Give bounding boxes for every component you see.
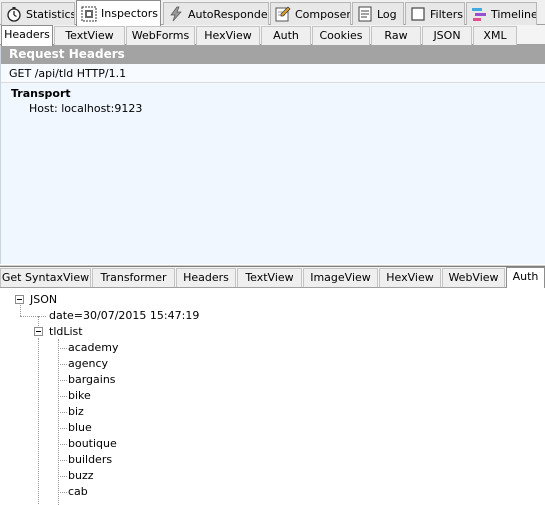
tab-response-syntaxview[interactable]: Get SyntaxView xyxy=(0,268,91,287)
transport-section-heading: Transport xyxy=(11,87,71,100)
tab-label: AutoResponder xyxy=(188,7,269,21)
tree-connector xyxy=(20,316,46,317)
tree-connector xyxy=(58,492,67,493)
tree-connector xyxy=(58,396,67,397)
tab-label: Filters xyxy=(430,7,463,21)
tab-statistics[interactable]: Statistics xyxy=(1,2,75,25)
tree-node-tldlist[interactable]: tldList xyxy=(49,324,83,340)
tab-request-hexview[interactable]: HexView xyxy=(196,26,260,45)
tab-label: Inspectors xyxy=(101,7,159,20)
tree-node-tld[interactable]: biz xyxy=(68,404,84,420)
tab-response-auth[interactable]: Auth xyxy=(506,267,545,288)
tree-node-tld[interactable]: academy xyxy=(68,340,119,356)
request-headers-title: Request Headers xyxy=(1,45,545,64)
tree-node-date[interactable]: date=30/07/2015 15:47:19 xyxy=(49,308,199,324)
lightning-icon xyxy=(168,6,184,22)
tab-response-textview[interactable]: TextView xyxy=(237,268,302,287)
log-icon xyxy=(357,6,373,22)
main-tab-strip: Statistics Inspectors AutoResponder Comp… xyxy=(0,0,545,26)
request-line[interactable]: GET /api/tld HTTP/1.1 xyxy=(1,64,545,83)
pencil-icon xyxy=(275,6,291,22)
tab-request-headers[interactable]: Headers xyxy=(1,25,53,46)
tab-request-raw[interactable]: Raw xyxy=(371,26,421,45)
tab-response-webview[interactable]: WebView xyxy=(442,268,505,287)
tab-filters[interactable]: Filters xyxy=(405,2,465,25)
tree-connector xyxy=(58,460,67,461)
tree-connector xyxy=(58,412,67,413)
timeline-icon xyxy=(471,6,487,22)
tree-connector xyxy=(58,380,67,381)
tree-node-tld[interactable]: bargains xyxy=(68,372,116,388)
request-tab-strip: Headers TextView WebForms HexView Auth C… xyxy=(0,25,545,46)
tree-connector xyxy=(58,476,67,477)
tree-connector xyxy=(20,303,21,316)
tab-request-cookies[interactable]: Cookies xyxy=(312,26,370,45)
tree-node-tld[interactable]: builders xyxy=(68,452,112,468)
tree-node-root[interactable]: JSON xyxy=(30,292,57,308)
json-tree-view: JSON date=30/07/2015 15:47:19 tldList ac… xyxy=(0,288,545,505)
tree-node-tld[interactable]: agency xyxy=(68,356,108,372)
tab-label: Composer xyxy=(295,7,351,21)
tree-connector xyxy=(58,444,67,445)
tab-request-auth[interactable]: Auth xyxy=(261,26,311,45)
tab-inspectors[interactable]: Inspectors xyxy=(76,0,161,26)
tree-connector xyxy=(58,364,67,365)
tree-node-tld[interactable]: buzz xyxy=(68,468,94,484)
tab-response-hexview[interactable]: HexView xyxy=(379,268,441,287)
tab-timeline[interactable]: Timeline xyxy=(466,2,537,25)
tab-request-webforms[interactable]: WebForms xyxy=(126,26,195,45)
stopwatch-icon xyxy=(6,6,22,22)
tree-node-tld[interactable]: bike xyxy=(68,388,91,404)
collapse-root-toggle[interactable] xyxy=(15,295,24,304)
tab-response-headers[interactable]: Headers xyxy=(176,268,236,287)
checkbox-icon xyxy=(410,6,426,22)
host-header[interactable]: Host: localhost:9123 xyxy=(1,100,545,115)
tree-connector xyxy=(58,348,67,349)
tab-request-xml[interactable]: XML xyxy=(473,26,517,45)
tab-response-imageview[interactable]: ImageView xyxy=(303,268,378,287)
tree-node-tld[interactable]: boutique xyxy=(68,436,117,452)
tab-request-json[interactable]: JSON xyxy=(422,26,472,45)
inspector-icon xyxy=(81,6,97,22)
tab-label: Statistics xyxy=(26,7,75,21)
tab-composer[interactable]: Composer xyxy=(270,2,351,25)
tree-connector xyxy=(38,316,39,326)
collapse-tldlist-toggle[interactable] xyxy=(34,327,43,336)
response-tab-strip: Get SyntaxView Transformer Headers TextV… xyxy=(0,267,545,288)
tree-node-tld[interactable]: cab xyxy=(68,484,88,500)
tab-autoresponder[interactable]: AutoResponder xyxy=(163,2,269,25)
tab-label: Log xyxy=(377,7,397,21)
tab-request-textview[interactable]: TextView xyxy=(54,26,125,45)
tree-node-tld[interactable]: blue xyxy=(68,420,92,436)
request-headers-panel: Request Headers GET /api/tld HTTP/1.1 Tr… xyxy=(0,45,545,264)
tab-response-transformer[interactable]: Transformer xyxy=(92,268,175,287)
tree-connector xyxy=(58,428,67,429)
tree-connector xyxy=(38,338,39,505)
tab-log[interactable]: Log xyxy=(352,2,404,25)
tab-label: Timeline xyxy=(491,7,537,21)
